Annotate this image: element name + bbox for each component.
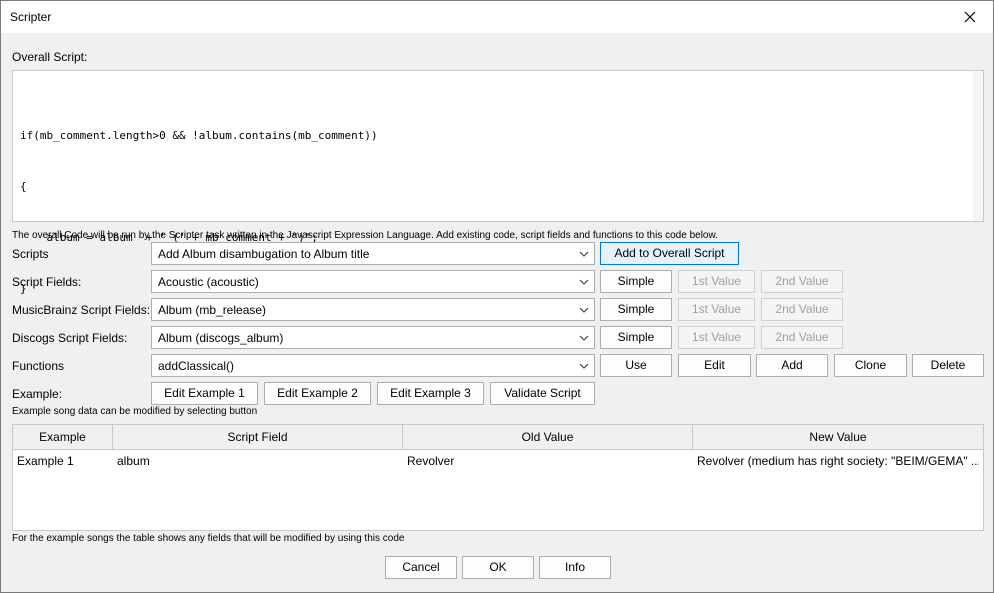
script-scrollbar[interactable] [973, 71, 983, 221]
chevron-down-icon [579, 363, 589, 369]
overall-script-editor[interactable]: if(mb_comment.length>0 && !album.contain… [12, 70, 984, 295]
overall-script-label: Overall Script: [12, 50, 88, 64]
cell-script-field: album [117, 454, 150, 468]
function-clone-button[interactable]: Clone [834, 354, 907, 377]
cell-new-value: Revolver (medium has right society: "BEI… [697, 454, 979, 468]
function-delete-button[interactable]: Delete [912, 354, 984, 377]
mb-fields-1st-value-button[interactable]: 1st Value [678, 298, 755, 321]
edit-example-3-button[interactable]: Edit Example 3 [377, 382, 484, 405]
discogs-fields-simple-button[interactable]: Simple [600, 326, 672, 349]
title-bar: Scripter [1, 1, 993, 33]
example-note: Example song data can be modified by sel… [12, 406, 258, 417]
script-fields-select[interactable]: Acoustic (acoustic) [151, 270, 595, 293]
scripts-select-value: Add Album disambugation to Album title [158, 247, 370, 261]
column-header-new-value[interactable]: New Value [693, 425, 983, 450]
validate-script-button[interactable]: Validate Script [490, 382, 595, 405]
discogs-fields-1st-value-button[interactable]: 1st Value [678, 326, 755, 349]
chevron-down-icon [579, 279, 589, 285]
overall-note: The overall Code will be run by the Scri… [12, 230, 718, 241]
discogs-fields-select-value: Album (discogs_album) [158, 331, 284, 345]
close-icon [964, 11, 976, 23]
cell-example: Example 1 [17, 454, 74, 468]
function-add-button[interactable]: Add [756, 354, 828, 377]
script-fields-1st-value-button[interactable]: 1st Value [678, 270, 755, 293]
function-use-button[interactable]: Use [600, 354, 672, 377]
functions-select-value: addClassical() [158, 359, 235, 373]
column-header-script-field[interactable]: Script Field [113, 425, 403, 450]
mb-fields-select[interactable]: Album (mb_release) [151, 298, 595, 321]
script-line: { [20, 180, 27, 193]
column-header-old-value[interactable]: Old Value [403, 425, 693, 450]
script-fields-2nd-value-button[interactable]: 2nd Value [761, 270, 843, 293]
mb-fields-2nd-value-button[interactable]: 2nd Value [761, 298, 843, 321]
edit-example-2-button[interactable]: Edit Example 2 [264, 382, 371, 405]
script-line: if(mb_comment.length>0 && !album.contain… [20, 129, 378, 142]
functions-select[interactable]: addClassical() [151, 354, 595, 377]
chevron-down-icon [579, 251, 589, 257]
script-fields-label: Script Fields: [12, 275, 82, 289]
edit-example-1-button[interactable]: Edit Example 1 [151, 382, 258, 405]
chevron-down-icon [579, 307, 589, 313]
scripts-select[interactable]: Add Album disambugation to Album title [151, 242, 595, 265]
cell-old-value: Revolver [407, 454, 455, 468]
example-results-table: Example Script Field Old Value New Value… [12, 424, 984, 531]
scripter-dialog: Scripter Overall Script: if(mb_comment.l… [0, 0, 994, 593]
discogs-fields-label: Discogs Script Fields: [12, 331, 128, 345]
discogs-fields-select[interactable]: Album (discogs_album) [151, 326, 595, 349]
column-header-example[interactable]: Example [13, 425, 113, 450]
functions-label: Functions [12, 359, 65, 373]
mb-fields-label: MusicBrainz Script Fields: [12, 303, 151, 317]
window-title: Scripter [10, 10, 52, 24]
table-note: For the example songs the table shows an… [12, 533, 405, 544]
ok-button[interactable]: OK [462, 556, 534, 579]
mb-fields-simple-button[interactable]: Simple [600, 298, 672, 321]
info-button[interactable]: Info [539, 556, 611, 579]
example-label: Example: [12, 387, 63, 401]
script-code: if(mb_comment.length>0 && !album.contain… [20, 93, 378, 331]
close-button[interactable] [947, 1, 993, 33]
script-fields-select-value: Acoustic (acoustic) [158, 275, 259, 289]
discogs-fields-2nd-value-button[interactable]: 2nd Value [761, 326, 843, 349]
scripts-label: Scripts [12, 247, 49, 261]
cancel-button[interactable]: Cancel [385, 556, 457, 579]
mb-fields-select-value: Album (mb_release) [158, 303, 267, 317]
add-to-overall-script-button[interactable]: Add to Overall Script [600, 242, 739, 265]
chevron-down-icon [579, 335, 589, 341]
function-edit-button[interactable]: Edit [678, 354, 751, 377]
script-fields-simple-button[interactable]: Simple [600, 270, 672, 293]
